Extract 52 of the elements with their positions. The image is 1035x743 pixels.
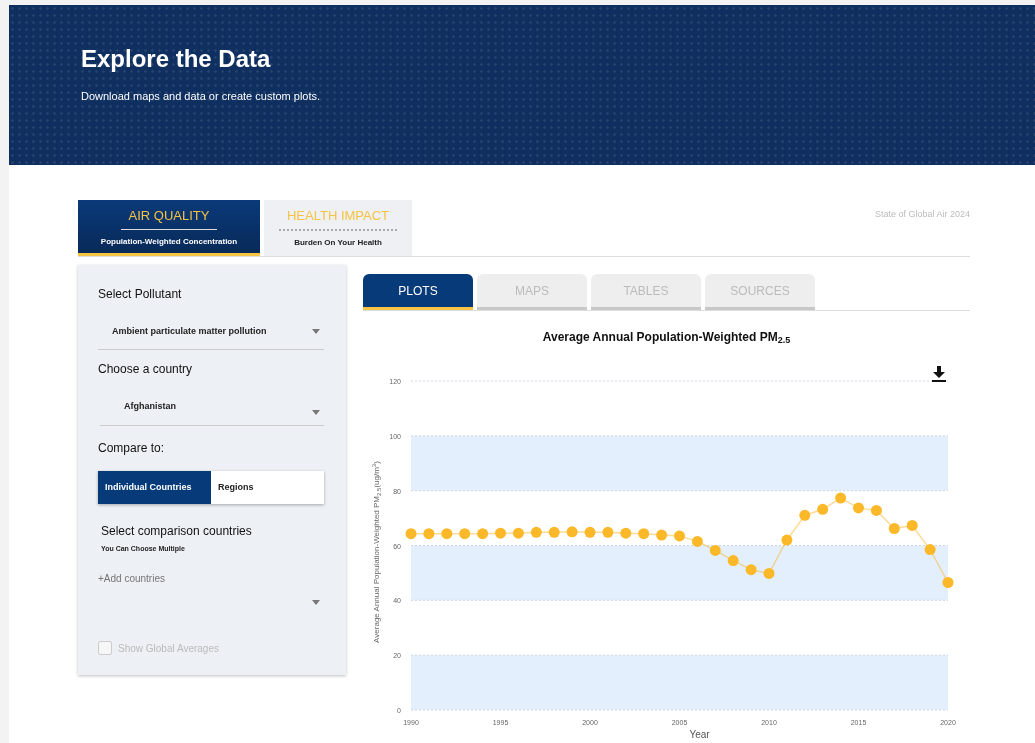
data-point	[763, 567, 775, 579]
data-point	[870, 504, 882, 516]
chart-title: Average Annual Population-Weighted PM$_{2.5}$	[541, 329, 792, 346]
page-subtitle: Download maps and data or create custom plots.	[81, 88, 322, 104]
data-point	[495, 527, 506, 539]
caret-icon	[312, 599, 320, 605]
data-point	[799, 509, 811, 521]
data-point	[924, 544, 936, 556]
caret-icon	[312, 329, 320, 335]
data-point	[405, 528, 417, 540]
data-point	[548, 526, 560, 538]
data-point	[888, 523, 900, 534]
view-tab[interactable]: PLOTS	[363, 274, 473, 310]
caret-icon	[312, 409, 320, 415]
pollutant-dropdown[interactable]: Ambient particulate matter pollution	[98, 319, 324, 350]
download-icon[interactable]	[932, 366, 946, 382]
edition-label: State of Global Air 2024	[874, 208, 970, 221]
field-label: Select Pollutant	[98, 286, 183, 303]
data-point	[942, 577, 954, 588]
data-point	[906, 520, 918, 531]
data-point	[709, 544, 721, 556]
data-point	[620, 527, 632, 539]
data-point	[745, 564, 757, 576]
data-point	[602, 526, 614, 538]
data-point	[638, 528, 650, 540]
data-point	[835, 492, 847, 504]
data-point	[727, 555, 739, 567]
data-point	[441, 528, 453, 540]
data-point	[691, 535, 703, 547]
data-point	[530, 526, 542, 538]
data-point	[781, 534, 793, 546]
section-heading: Select comparison countries	[101, 523, 253, 540]
compare-option[interactable]: Regions	[211, 470, 324, 504]
data-point	[674, 530, 685, 542]
data-point	[817, 503, 829, 515]
country-dropdown[interactable]: Afghanistan	[100, 393, 324, 426]
page-title: Explore the Data	[81, 45, 272, 74]
category-tab[interactable]: AIR QUALITY Population-Weighted Concentration	[78, 200, 260, 256]
data-point	[584, 526, 596, 538]
data-point	[459, 528, 471, 540]
field-label: Choose a country	[98, 360, 194, 378]
x-axis-label: Year	[689, 729, 710, 740]
data-point	[566, 526, 578, 538]
field-label: Compare to:	[98, 439, 166, 457]
data-point	[477, 528, 489, 540]
data-point	[512, 527, 524, 539]
data-point	[423, 528, 435, 540]
category-tab[interactable]: HEALTH IMPACT Burden On Your Health	[264, 200, 412, 256]
add-countries-field[interactable]: +Add countries	[98, 570, 278, 586]
data-point	[656, 529, 668, 541]
compare-option[interactable]: Individual Countries	[98, 470, 211, 504]
data-point	[853, 502, 864, 514]
